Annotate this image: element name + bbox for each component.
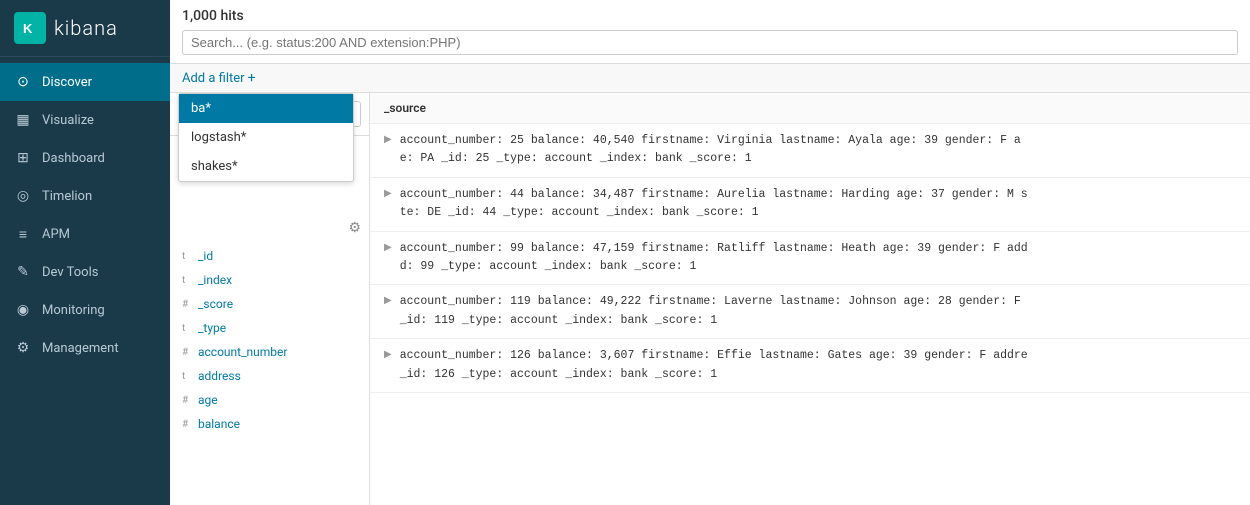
expand-icon[interactable]: ▶ <box>384 295 392 306</box>
field-name-balance: balance <box>198 417 240 431</box>
sidebar-item-management[interactable]: ⚙ Management <box>0 329 170 367</box>
filter-bar: Add a filter + <box>170 64 1250 93</box>
field-type-balance: # <box>182 419 192 430</box>
sidebar-item-dashboard[interactable]: ⊞ Dashboard <box>0 139 170 177</box>
result-text: account_number: 119 balance: 49,222 firs… <box>400 293 1021 330</box>
dropdown-item-ba[interactable]: ba* <box>179 94 353 123</box>
sidebar-item-monitoring[interactable]: ◉ Monitoring <box>0 291 170 329</box>
results-panel: _source ▶ account_number: 25 balance: 40… <box>370 93 1250 505</box>
field-search-box: ▶ ba* logstash* shakes* <box>170 93 369 136</box>
sidebar-item-label-timelion: Timelion <box>42 189 92 204</box>
visualize-icon: ▦ <box>14 111 32 129</box>
logo-text: kibana <box>54 16 118 40</box>
field-name-index: _index <box>198 273 232 287</box>
index-dropdown: ba* logstash* shakes* <box>178 93 354 182</box>
fields-list: t _id t _index # _score t _type # acco <box>170 240 369 505</box>
field-item-index[interactable]: t _index <box>170 268 369 292</box>
results-header: _source <box>370 93 1250 124</box>
field-type-id: t <box>182 251 192 262</box>
field-item-account-number[interactable]: # account_number <box>170 340 369 364</box>
field-type-address: t <box>182 371 192 382</box>
row-inner: ▶ account_number: 119 balance: 49,222 fi… <box>384 293 1236 330</box>
expand-icon[interactable]: ▶ <box>384 134 392 145</box>
sidebar-item-label-apm: APM <box>42 227 70 242</box>
sidebar-item-label-discover: Discover <box>42 75 92 90</box>
table-row: ▶ account_number: 119 balance: 49,222 fi… <box>370 285 1250 339</box>
table-row: ▶ account_number: 99 balance: 47,159 fir… <box>370 232 1250 286</box>
sidebar-item-discover[interactable]: ⊙ Discover <box>0 63 170 101</box>
field-type-account-number: # <box>182 347 192 358</box>
field-type-score: # <box>182 299 192 310</box>
result-text: account_number: 126 balance: 3,607 first… <box>400 347 1028 384</box>
field-name-account-number: account_number <box>198 345 287 359</box>
sidebar-item-visualize[interactable]: ▦ Visualize <box>0 101 170 139</box>
field-item-id[interactable]: t _id <box>170 244 369 268</box>
field-item-balance[interactable]: # balance <box>170 412 369 436</box>
sidebar-item-label-devtools: Dev Tools <box>42 265 98 280</box>
search-bar <box>182 30 1238 55</box>
logo-icon: K <box>14 12 46 44</box>
sidebar: K kibana ⊙ Discover ▦ Visualize ⊞ Dashbo… <box>0 0 170 505</box>
row-inner: ▶ account_number: 44 balance: 34,487 fir… <box>384 186 1236 223</box>
field-name-address: address <box>198 369 241 383</box>
logo-area: K kibana <box>0 0 170 57</box>
result-text: account_number: 99 balance: 47,159 first… <box>400 240 1028 277</box>
plus-icon: + <box>248 70 256 86</box>
field-name-age: age <box>198 393 218 407</box>
hits-count: 1,000 hits <box>182 8 1238 24</box>
svg-text:K: K <box>23 21 33 36</box>
field-type-index: t <box>182 275 192 286</box>
add-filter-label: Add a filter <box>182 71 245 86</box>
field-type-type: t <box>182 323 192 334</box>
table-row: ▶ account_number: 25 balance: 40,540 fir… <box>370 124 1250 178</box>
field-item-score[interactable]: # _score <box>170 292 369 316</box>
row-inner: ▶ account_number: 25 balance: 40,540 fir… <box>384 132 1236 169</box>
field-name-type: _type <box>198 321 226 335</box>
devtools-icon: ✎ <box>14 263 32 281</box>
content-area: ▶ ba* logstash* shakes* ⚙ t _id t _index <box>170 93 1250 505</box>
sidebar-item-label-visualize: Visualize <box>42 113 94 128</box>
expand-icon[interactable]: ▶ <box>384 349 392 360</box>
sidebar-item-apm[interactable]: ≡ APM <box>0 215 170 253</box>
result-text: account_number: 25 balance: 40,540 first… <box>400 132 1021 169</box>
sidebar-item-label-dashboard: Dashboard <box>42 151 105 166</box>
row-inner: ▶ account_number: 99 balance: 47,159 fir… <box>384 240 1236 277</box>
apm-icon: ≡ <box>14 225 32 243</box>
discover-icon: ⊙ <box>14 73 32 91</box>
sidebar-item-label-management: Management <box>42 341 119 356</box>
dashboard-icon: ⊞ <box>14 149 32 167</box>
search-input[interactable] <box>191 35 1229 50</box>
sidebar-item-timelion[interactable]: ◎ Timelion <box>0 177 170 215</box>
management-icon: ⚙ <box>14 339 32 357</box>
sidebar-item-devtools[interactable]: ✎ Dev Tools <box>0 253 170 291</box>
gear-container: ⚙ <box>170 216 369 240</box>
timelion-icon: ◎ <box>14 187 32 205</box>
sidebar-navigation: ⊙ Discover ▦ Visualize ⊞ Dashboard ◎ Tim… <box>0 57 170 367</box>
table-row: ▶ account_number: 44 balance: 34,487 fir… <box>370 178 1250 232</box>
add-filter-button[interactable]: Add a filter + <box>182 70 256 86</box>
sidebar-item-label-monitoring: Monitoring <box>42 303 105 318</box>
topbar: 1,000 hits <box>170 0 1250 64</box>
dropdown-item-shakes[interactable]: shakes* <box>179 152 353 181</box>
gear-icon[interactable]: ⚙ <box>348 220 361 236</box>
kibana-logo-svg: K <box>20 18 40 38</box>
field-type-age: # <box>182 395 192 406</box>
expand-icon[interactable]: ▶ <box>384 242 392 253</box>
main-area: 1,000 hits Add a filter + ▶ ba* logstash… <box>170 0 1250 505</box>
field-name-score: _score <box>198 297 233 311</box>
monitoring-icon: ◉ <box>14 301 32 319</box>
field-item-address[interactable]: t address <box>170 364 369 388</box>
field-item-age[interactable]: # age <box>170 388 369 412</box>
left-panel: ▶ ba* logstash* shakes* ⚙ t _id t _index <box>170 93 370 505</box>
row-inner: ▶ account_number: 126 balance: 3,607 fir… <box>384 347 1236 384</box>
dropdown-item-logstash[interactable]: logstash* <box>179 123 353 152</box>
result-text: account_number: 44 balance: 34,487 first… <box>400 186 1028 223</box>
field-name-id: _id <box>198 249 213 263</box>
field-item-type[interactable]: t _type <box>170 316 369 340</box>
expand-icon[interactable]: ▶ <box>384 188 392 199</box>
table-row: ▶ account_number: 126 balance: 3,607 fir… <box>370 339 1250 393</box>
